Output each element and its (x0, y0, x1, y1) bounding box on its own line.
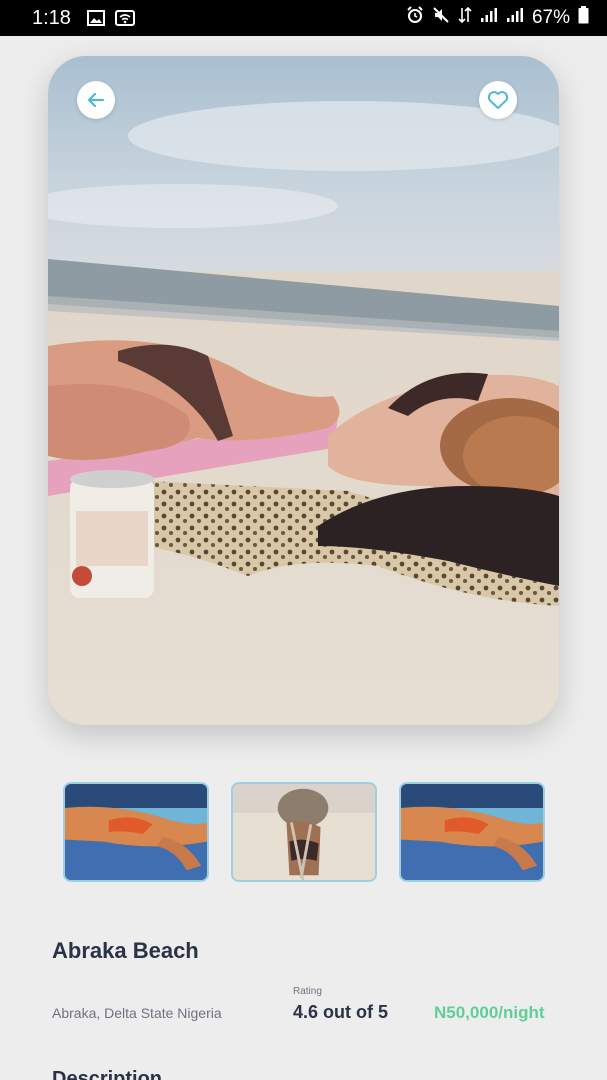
signal-icon (506, 7, 524, 29)
alarm-icon (406, 6, 424, 30)
mute-icon (432, 6, 450, 30)
favorite-button[interactable] (479, 81, 517, 119)
place-location: Abraka, Delta State Nigeria (52, 1005, 222, 1021)
status-bar: 1:18 67% (0, 0, 607, 36)
price-per-night: N50,000/night (434, 1003, 545, 1022)
thumbnail-3[interactable] (399, 782, 545, 882)
battery-icon (578, 6, 589, 30)
rating-label: Rating (293, 986, 322, 997)
beach-photo (48, 56, 559, 725)
image-icon (86, 10, 105, 26)
place-title: Abraka Beach (52, 938, 199, 963)
wifi-icon (114, 10, 135, 26)
thumbnail-1[interactable] (63, 782, 209, 882)
hero-image (48, 56, 559, 725)
status-time: 1:18 (32, 6, 71, 29)
arrow-left-icon (87, 92, 105, 108)
back-button[interactable] (77, 81, 115, 119)
heart-outline-icon (487, 91, 509, 109)
thumbnail-strip (63, 782, 545, 882)
battery-percent: 67% (531, 7, 570, 28)
thumbnail-2[interactable] (231, 782, 377, 882)
rating-value: 4.6 out of 5 (293, 1002, 389, 1022)
signal-icon (480, 7, 498, 29)
description-heading: Description (52, 1068, 163, 1080)
data-icon (458, 6, 472, 30)
